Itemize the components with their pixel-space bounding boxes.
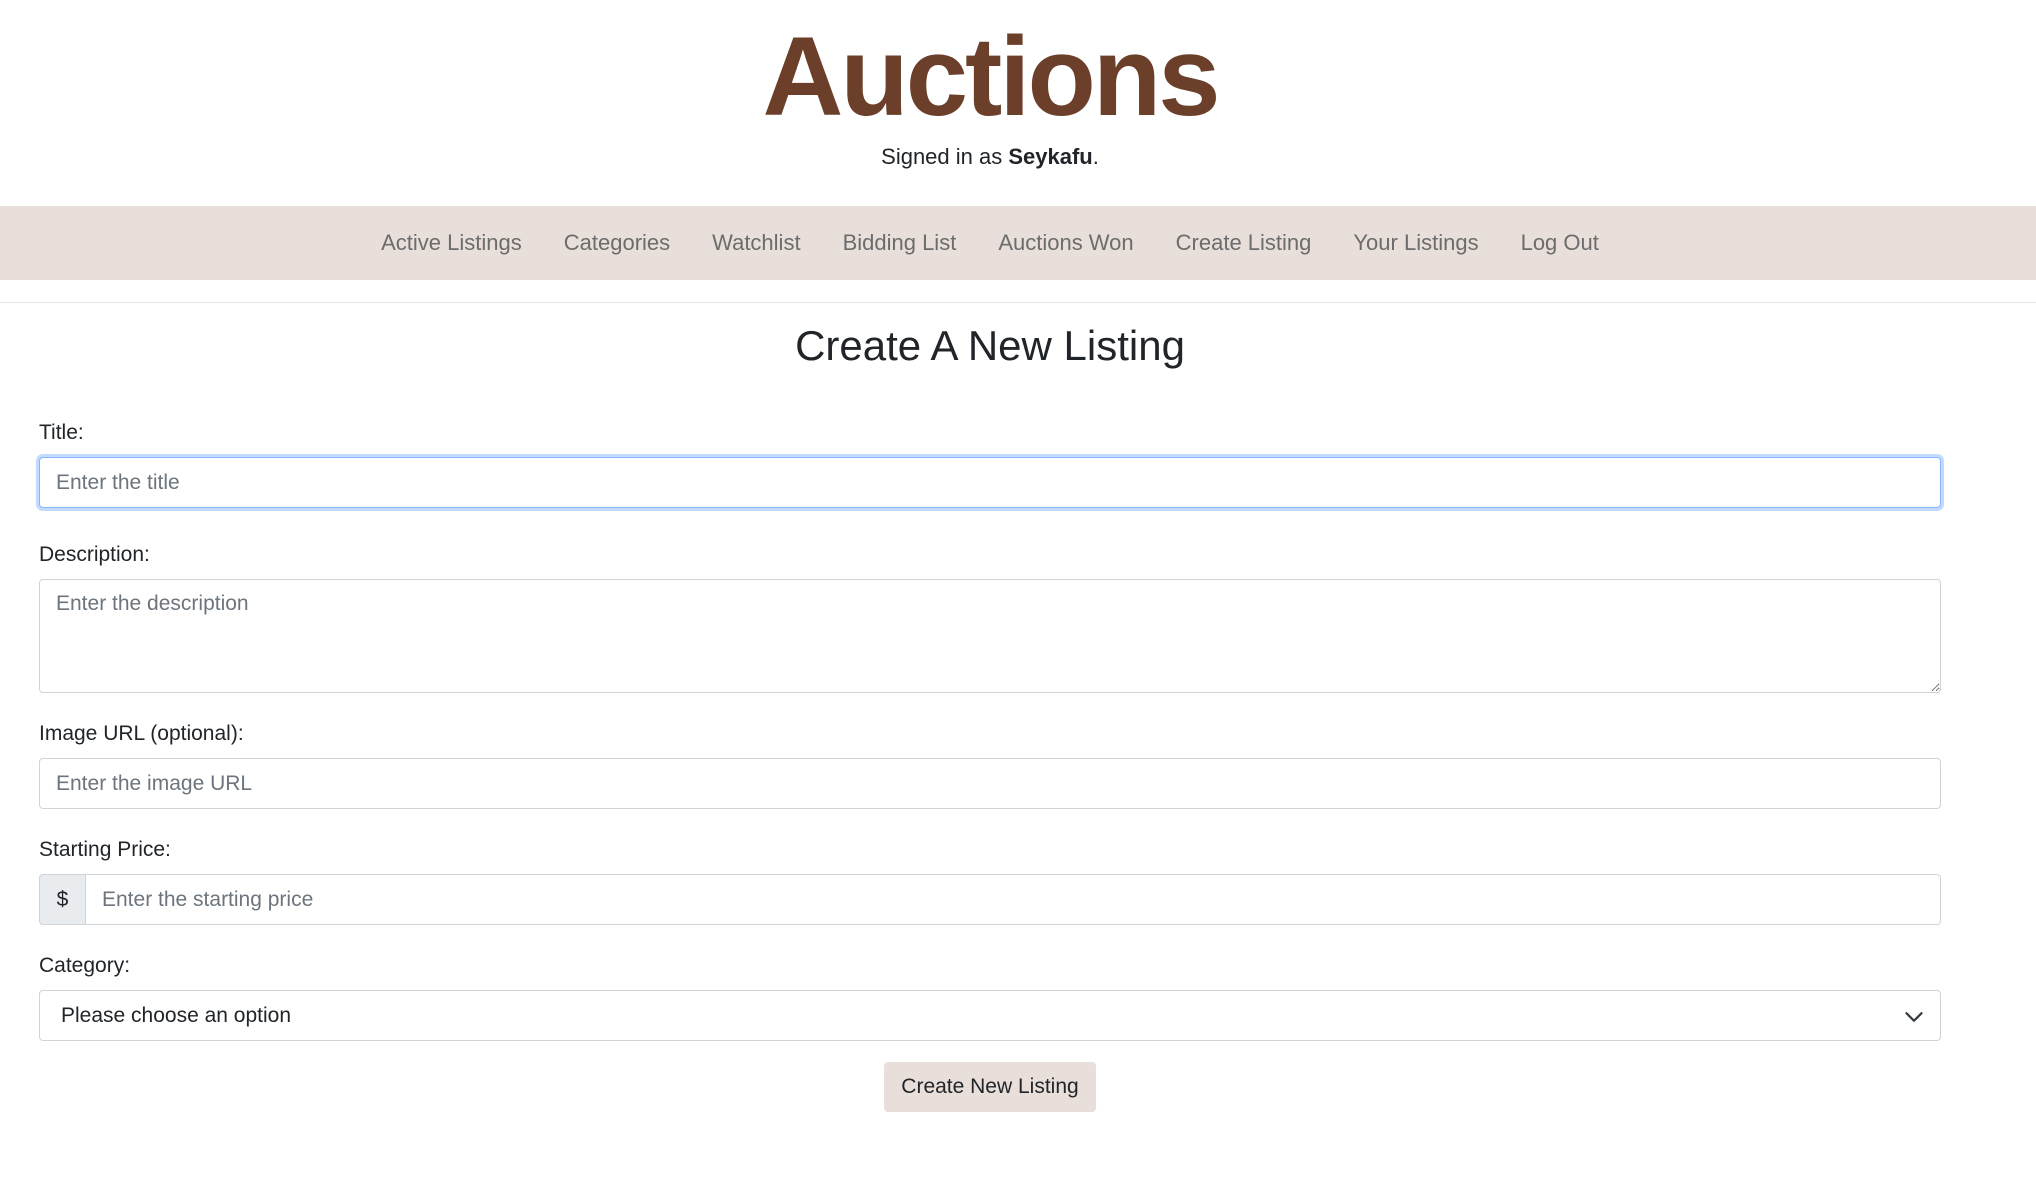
nav-active-listings[interactable]: Active Listings <box>360 230 543 256</box>
description-group: Description: <box>39 542 1941 693</box>
signed-in-status: Signed in as Seykafu. <box>0 144 1980 170</box>
category-select[interactable]: Please choose an option <box>39 990 1941 1041</box>
main-nav: Active Listings Categories Watchlist Bid… <box>0 206 2036 280</box>
starting-price-group: Starting Price: $ <box>39 837 1941 925</box>
nav-watchlist[interactable]: Watchlist <box>691 230 821 256</box>
site-title: Auctions <box>762 14 1220 139</box>
nav-your-listings[interactable]: Your Listings <box>1332 230 1499 256</box>
title-group: Title: <box>39 420 1941 508</box>
image-url-input[interactable] <box>39 758 1941 809</box>
nav-bidding-list[interactable]: Bidding List <box>822 230 978 256</box>
dollar-prefix: $ <box>39 874 85 925</box>
nav-categories[interactable]: Categories <box>543 230 691 256</box>
image-url-group: Image URL (optional): <box>39 721 1941 809</box>
page: Auctions Signed in as Seykafu. Active Li… <box>0 0 2036 1196</box>
image-url-label: Image URL (optional): <box>39 722 244 745</box>
create-listing-button[interactable]: Create New Listing <box>884 1062 1096 1112</box>
description-label: Description: <box>39 543 150 566</box>
starting-price-input-group: $ <box>39 874 1941 925</box>
nav-log-out[interactable]: Log Out <box>1500 230 1620 256</box>
create-listing-form: Title: Description: Image URL (optional)… <box>39 420 1941 1112</box>
username: Seykafu <box>1008 144 1093 169</box>
title-input[interactable] <box>39 457 1941 508</box>
divider <box>0 302 2036 303</box>
starting-price-input[interactable] <box>85 874 1941 925</box>
category-label: Category: <box>39 954 131 977</box>
submit-row: Create New Listing <box>39 1062 1941 1112</box>
signed-in-prefix: Signed in as <box>881 144 1009 169</box>
starting-price-label: Starting Price: <box>39 838 171 861</box>
page-title: Create A New Listing <box>795 322 1185 369</box>
category-group: Category: Please choose an option <box>39 953 1941 1041</box>
title-label: Title: <box>39 421 84 444</box>
category-selected-value: Please choose an option <box>61 1003 292 1027</box>
signed-in-suffix: . <box>1092 144 1099 169</box>
description-textarea[interactable] <box>39 579 1941 693</box>
chevron-down-icon <box>1905 1012 1923 1022</box>
nav-create-listing[interactable]: Create Listing <box>1155 230 1333 256</box>
nav-auctions-won[interactable]: Auctions Won <box>977 230 1154 256</box>
